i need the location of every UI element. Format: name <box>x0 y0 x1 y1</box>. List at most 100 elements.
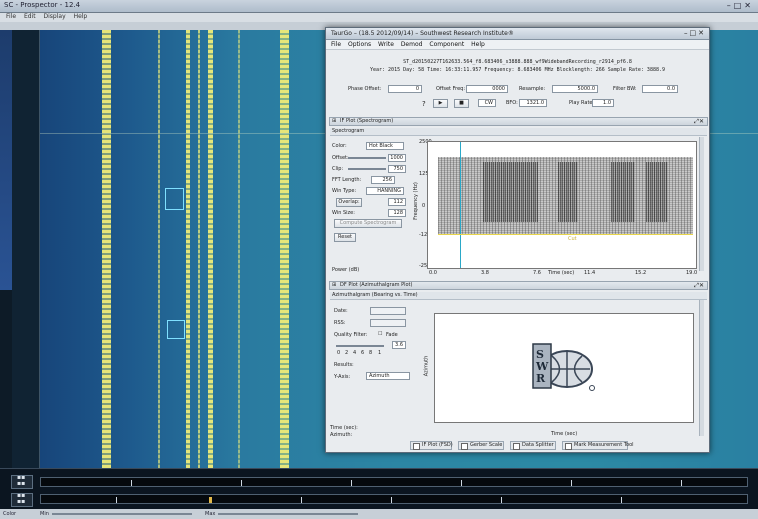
win-size-label: Win Size: <box>332 210 355 216</box>
footer-tab-mark-measurement[interactable]: Mark Measurement Tool <box>562 441 634 450</box>
color-select[interactable]: Hot Black <box>366 142 404 150</box>
timeline-tick <box>621 497 622 503</box>
menu-write[interactable]: Write <box>378 41 394 48</box>
menu-edit[interactable]: Edit <box>24 13 36 20</box>
compute-spectrogram-button[interactable]: Compute Spectrogram <box>334 219 402 228</box>
clip-slider[interactable] <box>348 168 386 170</box>
min-slider[interactable] <box>52 513 192 515</box>
grid-view-button[interactable] <box>11 475 33 489</box>
quality-filter-label: Quality Filter: <box>334 332 368 338</box>
marker-band <box>438 234 693 235</box>
taurgo-titlebar[interactable]: TaurGo – (18.5 2012/09/14) – Southwest R… <box>326 28 709 40</box>
signal-trace <box>186 30 190 468</box>
timeline-tick <box>571 480 572 486</box>
footer-tab-if-plot[interactable]: IF Plot (FSD) <box>410 441 453 450</box>
quality-slider[interactable] <box>336 345 384 347</box>
signal-burst <box>483 162 538 222</box>
quality-value[interactable]: 3.6 <box>392 341 406 349</box>
if-plot-scrollbar[interactable] <box>699 137 704 271</box>
fade-label: Fade <box>386 332 398 338</box>
win-size-value[interactable]: 128 <box>388 209 406 217</box>
menu-help[interactable]: Help <box>74 13 88 20</box>
if-plot-panel-header[interactable]: IF Plot (Spectrogram) ⤢✕ <box>329 117 708 126</box>
y-axis-select[interactable]: Azimuth <box>366 372 410 380</box>
demod-mode-select[interactable]: CW <box>478 99 496 107</box>
spectrogram-subheader: Spectrogram <box>330 128 707 136</box>
timeline-tick <box>501 497 502 503</box>
offset-value[interactable]: 1000 <box>388 154 406 162</box>
fade-checkbox[interactable]: ☐ <box>378 331 382 337</box>
menu-file[interactable]: File <box>331 41 341 48</box>
grid-view-button[interactable] <box>11 493 33 507</box>
status-bar: Color Min Max <box>0 509 758 519</box>
power-label: Power (dB) <box>332 267 360 273</box>
prospector-titlebar[interactable]: SC - Prospector - 12.4 –□✕ <box>0 0 758 13</box>
menu-display[interactable]: Display <box>44 13 66 20</box>
reset-button[interactable]: Reset <box>334 233 356 242</box>
timeline-detail[interactable] <box>40 494 748 504</box>
swri-logo: S W R <box>532 343 595 391</box>
clip-value[interactable]: 750 <box>388 165 406 173</box>
x-tick: 11.4 <box>584 270 596 276</box>
play-rate-input[interactable]: 1.0 <box>592 99 614 107</box>
recording-info: Year: 2015 Day: 58 Time: 16:33:11.957 Fr… <box>369 67 665 73</box>
azimuthalgram-plot[interactable]: S W R <box>434 313 694 423</box>
help-icon[interactable]: ? <box>422 100 426 108</box>
overlap-value[interactable]: 112 <box>388 198 406 206</box>
scale-label: 8 <box>369 350 373 356</box>
df-plot-scrollbar[interactable] <box>699 300 704 436</box>
filter-bw-input[interactable]: 0.0 <box>642 85 678 93</box>
footer-tab-gerber-scale[interactable]: Gerber Scale <box>458 441 504 450</box>
stop-button[interactable]: ■ <box>454 99 469 108</box>
azimuth-y-label: Azimuth <box>423 355 430 377</box>
signal-trace <box>208 30 213 468</box>
win-type-select[interactable]: HANNING <box>366 187 404 195</box>
panel-controls-icon[interactable]: ⤢✕ <box>694 282 704 289</box>
panel-controls-icon[interactable]: ⤢✕ <box>694 118 704 125</box>
window-controls[interactable]: –□✕ <box>727 1 754 10</box>
signal-marker[interactable] <box>167 320 185 339</box>
clip-label: Clip: <box>332 166 344 172</box>
filter-bw-label: Filter BW: <box>613 86 637 92</box>
menu-component[interactable]: Component <box>429 41 464 48</box>
timeline-tick <box>241 480 242 486</box>
signal-trace <box>198 30 200 468</box>
timeline-tick <box>391 497 392 503</box>
spectrogram-plot[interactable]: Cut <box>427 141 697 269</box>
df-plot-panel-header[interactable]: DF Plot (Azimuthalgram Plot) ⤢✕ <box>329 281 708 290</box>
play-button[interactable]: ▶ <box>433 99 448 108</box>
cursor-line[interactable] <box>460 142 461 268</box>
scale-label: 2 <box>345 350 349 356</box>
max-slider[interactable] <box>218 513 358 515</box>
signal-trace <box>238 30 240 468</box>
bfo-input[interactable]: 1321.0 <box>519 99 547 107</box>
menu-demod[interactable]: Demod <box>401 41 423 48</box>
overlap-button[interactable]: Overlap: <box>336 198 362 207</box>
signal-trace <box>158 30 160 468</box>
fft-length-label: FFT Length: <box>332 177 362 183</box>
offset-slider[interactable] <box>348 157 386 159</box>
date-field <box>370 307 406 315</box>
fft-length-select[interactable]: 256 <box>371 176 395 184</box>
resample-select[interactable]: 5000.0 <box>552 85 598 93</box>
phase-offset-input[interactable]: 0 <box>388 85 422 93</box>
offset-label: Offset: <box>332 155 349 161</box>
azimuth-x-label: Time (sec) <box>551 431 578 437</box>
offset-freq-input[interactable]: 0000 <box>466 85 508 93</box>
timeline-overview[interactable] <box>40 477 748 487</box>
window-controls[interactable]: –□✕ <box>684 29 706 37</box>
color-label: Color: <box>332 143 347 149</box>
rss-label: RSS: <box>334 320 346 326</box>
df-plot-title: DF Plot (Azimuthalgram Plot) <box>340 282 413 288</box>
menu-help[interactable]: Help <box>471 41 485 48</box>
x-tick: 19.0 <box>686 270 698 276</box>
taurgo-window[interactable]: TaurGo – (18.5 2012/09/14) – Southwest R… <box>325 27 710 453</box>
signal-marker[interactable] <box>165 188 184 210</box>
footer-tab-data-splitter[interactable]: Data Splitter <box>510 441 556 450</box>
menu-options[interactable]: Options <box>348 41 371 48</box>
timeline-tick <box>351 480 352 486</box>
menu-file[interactable]: File <box>6 13 16 20</box>
play-rate-label: Play Rate: <box>569 100 595 106</box>
if-plot-title: IF Plot (Spectrogram) <box>340 118 394 124</box>
signal-burst <box>611 162 635 222</box>
